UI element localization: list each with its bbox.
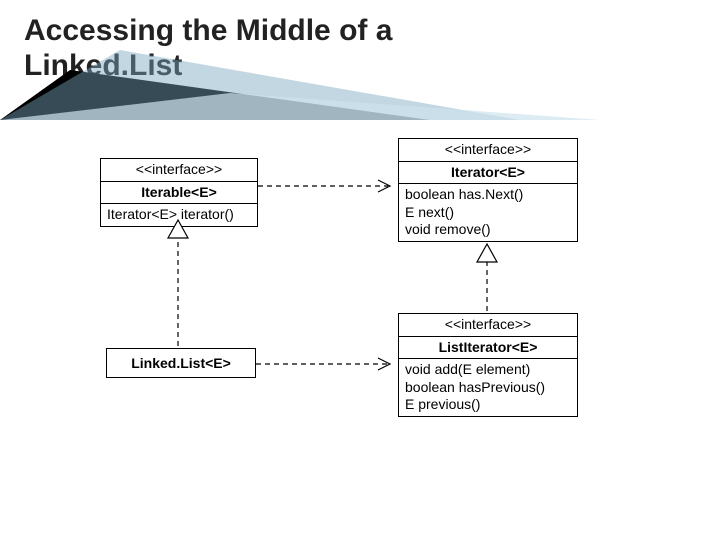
listiterator-op1: void add(E element) <box>405 361 571 379</box>
tri-listiterator-iterator <box>477 244 497 262</box>
iterator-stereotype: <<interface>> <box>399 139 577 162</box>
listiterator-ops: void add(E element) boolean hasPrevious(… <box>399 359 577 416</box>
class-iterable: <<interface>> Iterable<E> Iterator<E> it… <box>100 158 258 227</box>
listiterator-op2: boolean hasPrevious() <box>405 379 571 397</box>
diagram-canvas: <<interface>> Iterable<E> Iterator<E> it… <box>0 0 720 540</box>
connector-layer <box>0 0 720 540</box>
iterable-stereotype: <<interface>> <box>101 159 257 182</box>
listiterator-stereotype: <<interface>> <box>399 314 577 337</box>
arrow-linkedlist-to-listiterator <box>378 358 390 370</box>
class-iterator: <<interface>> Iterator<E> boolean has.Ne… <box>398 138 578 242</box>
iterable-name: Iterable<E> <box>101 182 257 205</box>
iterable-op1: Iterator<E> iterator() <box>101 204 257 226</box>
class-listiterator: <<interface>> ListIterator<E> void add(E… <box>398 313 578 417</box>
arrow-iterable-to-iterator <box>378 180 390 192</box>
iterator-ops: boolean has.Next() E next() void remove(… <box>399 184 577 241</box>
iterator-op1: boolean has.Next() <box>405 186 571 204</box>
slide-decoration <box>0 0 720 120</box>
listiterator-name: ListIterator<E> <box>399 337 577 360</box>
linkedlist-name: Linked.List<E> <box>107 349 255 377</box>
iterator-op2: E next() <box>405 204 571 222</box>
listiterator-op3: E previous() <box>405 396 571 414</box>
class-linkedlist: Linked.List<E> <box>106 348 256 378</box>
iterator-op3: void remove() <box>405 221 571 239</box>
iterator-name: Iterator<E> <box>399 162 577 185</box>
